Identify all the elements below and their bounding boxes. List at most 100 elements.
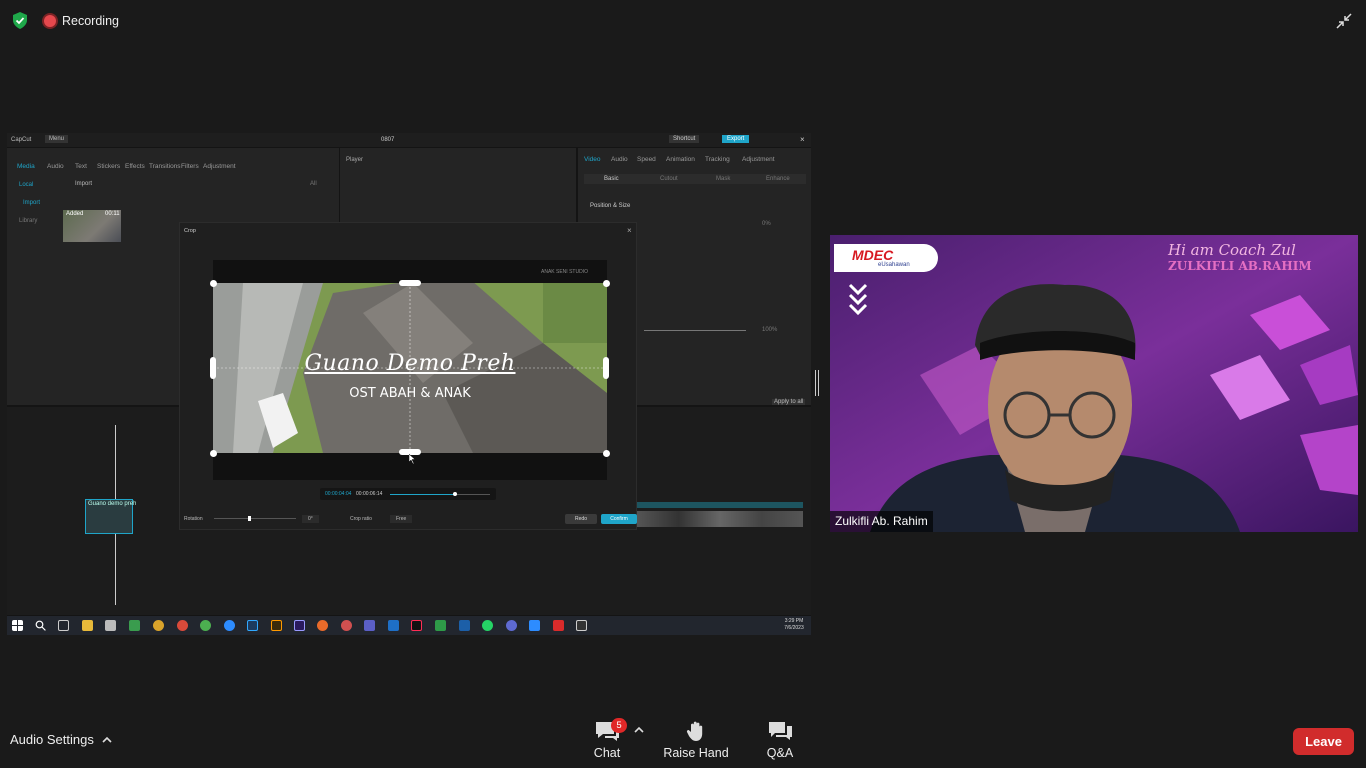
- crop-handle-top-left[interactable]: [210, 280, 217, 287]
- crop-ratio-select[interactable]: Free: [390, 515, 413, 523]
- chrome-icon[interactable]: [200, 620, 211, 631]
- taskbar-clock[interactable]: 3:29 PM 7/6/2023: [777, 618, 811, 632]
- redo-button[interactable]: Redo: [565, 514, 597, 524]
- premiere-icon[interactable]: [294, 620, 305, 631]
- props-tab-animation[interactable]: Animation: [666, 156, 695, 163]
- crop-ratio-label: Crop ratio: [350, 516, 372, 522]
- tiktok-icon[interactable]: [411, 620, 422, 631]
- toolbar-item[interactable]: Filters: [181, 163, 199, 170]
- rotation-slider[interactable]: [214, 516, 296, 521]
- toolbar-item[interactable]: Adjustment: [203, 163, 236, 170]
- toolbar-item[interactable]: Audio: [47, 163, 64, 170]
- crop-handle-bottom-left[interactable]: [210, 450, 217, 457]
- opacity-slider[interactable]: [644, 330, 746, 331]
- recording-indicator[interactable]: Recording: [44, 12, 119, 30]
- crop-handle-top-right[interactable]: [603, 280, 610, 287]
- scale-value[interactable]: 0%: [762, 221, 771, 227]
- import-button[interactable]: Import: [75, 181, 92, 187]
- props-subtab-cutout[interactable]: Cutout: [660, 176, 678, 182]
- toolbar-item[interactable]: Effects: [125, 163, 145, 170]
- participant-name: Zulkifli Ab. Rahim: [830, 511, 933, 532]
- store-icon[interactable]: [105, 620, 116, 631]
- qa-button[interactable]: Q&A: [762, 720, 798, 760]
- confirm-button[interactable]: Confirm: [601, 514, 637, 524]
- outlook-icon[interactable]: [388, 620, 399, 631]
- capcut-icon[interactable]: [576, 620, 587, 631]
- props-subtab-basic[interactable]: Basic: [604, 176, 619, 182]
- crop-handle-right[interactable]: [603, 357, 609, 379]
- toolbar-item[interactable]: Transitions: [149, 163, 181, 170]
- props-subtab-mask[interactable]: Mask: [716, 176, 730, 182]
- crop-handle-top[interactable]: [399, 280, 421, 286]
- props-subtab-enhance[interactable]: Enhance: [766, 176, 790, 182]
- sidebar-item-local[interactable]: Local: [19, 182, 33, 188]
- exit-fullscreen-icon[interactable]: [1334, 11, 1354, 31]
- video-title-text: Guano Demo Preh: [304, 351, 516, 376]
- props-tab-adjustment[interactable]: Adjustment: [742, 156, 775, 163]
- leave-button[interactable]: Leave: [1293, 728, 1354, 755]
- props-tab-video[interactable]: Video: [584, 156, 601, 163]
- media-filter[interactable]: All: [310, 181, 317, 187]
- view-splitter[interactable]: [815, 370, 819, 396]
- participant-video[interactable]: MDEC eUsahawan Hi am Coach Zul ZULKIFLI …: [830, 235, 1358, 532]
- task-view-icon[interactable]: [58, 620, 69, 631]
- whatsapp-icon[interactable]: [482, 620, 493, 631]
- word-icon[interactable]: [459, 620, 470, 631]
- project-title: 0807: [381, 137, 395, 143]
- timeline-video-track[interactable]: [637, 511, 803, 527]
- crop-handle-left[interactable]: [210, 357, 216, 379]
- app-name: CapCut: [11, 137, 32, 143]
- export-button[interactable]: Export: [722, 135, 750, 143]
- toolbar-item[interactable]: Media: [17, 163, 35, 170]
- zoom-icon[interactable]: [529, 620, 540, 631]
- clip-added-label: Added: [66, 211, 84, 217]
- opacity-value[interactable]: 100%: [762, 327, 777, 333]
- app-icon[interactable]: [506, 620, 517, 631]
- timeline-text-track[interactable]: [637, 502, 803, 508]
- toolbar-item[interactable]: Stickers: [97, 163, 120, 170]
- chrome-icon[interactable]: [153, 620, 164, 631]
- search-icon[interactable]: [35, 620, 46, 631]
- participant-video-image: [830, 235, 1358, 532]
- chevron-up-icon[interactable]: [634, 726, 644, 733]
- chrome-icon[interactable]: [177, 620, 188, 631]
- raise-hand-button[interactable]: Raise Hand: [662, 720, 730, 760]
- menu-button[interactable]: Menu: [45, 135, 69, 143]
- close-icon[interactable]: ×: [627, 226, 632, 235]
- teams-icon[interactable]: [364, 620, 375, 631]
- app-icon[interactable]: [129, 620, 140, 631]
- chevron-up-icon: [102, 736, 112, 743]
- app-icon[interactable]: [341, 620, 352, 631]
- raise-hand-icon: [686, 721, 703, 741]
- app-icon[interactable]: [435, 620, 446, 631]
- crop-video-frame[interactable]: Guano Demo Preh OST ABAH & ANAK: [213, 283, 607, 453]
- position-size-label: Position & Size: [590, 203, 631, 209]
- windows-start-icon[interactable]: [12, 620, 23, 631]
- shield-icon[interactable]: [12, 12, 28, 29]
- firefox-icon[interactable]: [317, 620, 328, 631]
- crop-handle-bottom-right[interactable]: [603, 450, 610, 457]
- overlay-line1: Hi am Coach Zul: [1168, 241, 1296, 259]
- sidebar-item-library[interactable]: Library: [19, 218, 37, 224]
- playback-progress-track[interactable]: [390, 492, 490, 496]
- media-clip-thumbnail[interactable]: Added 00:11: [63, 210, 121, 242]
- acrobat-icon[interactable]: [553, 620, 564, 631]
- sidebar-item-import[interactable]: Import: [23, 200, 40, 206]
- zoom-app-icon[interactable]: [224, 620, 235, 631]
- photoshop-icon[interactable]: [247, 620, 258, 631]
- recording-label: Recording: [62, 14, 119, 28]
- shortcut-button[interactable]: Shortcut: [669, 135, 700, 143]
- props-tab-audio[interactable]: Audio: [611, 156, 628, 163]
- rotation-value[interactable]: 0°: [302, 515, 319, 523]
- props-tab-speed[interactable]: Speed: [637, 156, 656, 163]
- rotation-slider-knob[interactable]: [248, 516, 251, 521]
- props-tab-tracking[interactable]: Tracking: [705, 156, 730, 163]
- toolbar-item[interactable]: Text: [75, 163, 87, 170]
- playback-progress-knob[interactable]: [453, 492, 457, 496]
- file-explorer-icon[interactable]: [82, 620, 93, 631]
- apply-all-button[interactable]: Apply to all: [772, 399, 806, 405]
- close-icon[interactable]: ×: [800, 135, 805, 144]
- timeline-clip[interactable]: Guano demo preh: [85, 499, 136, 534]
- audio-settings-button[interactable]: Audio Settings: [10, 732, 112, 747]
- illustrator-icon[interactable]: [271, 620, 282, 631]
